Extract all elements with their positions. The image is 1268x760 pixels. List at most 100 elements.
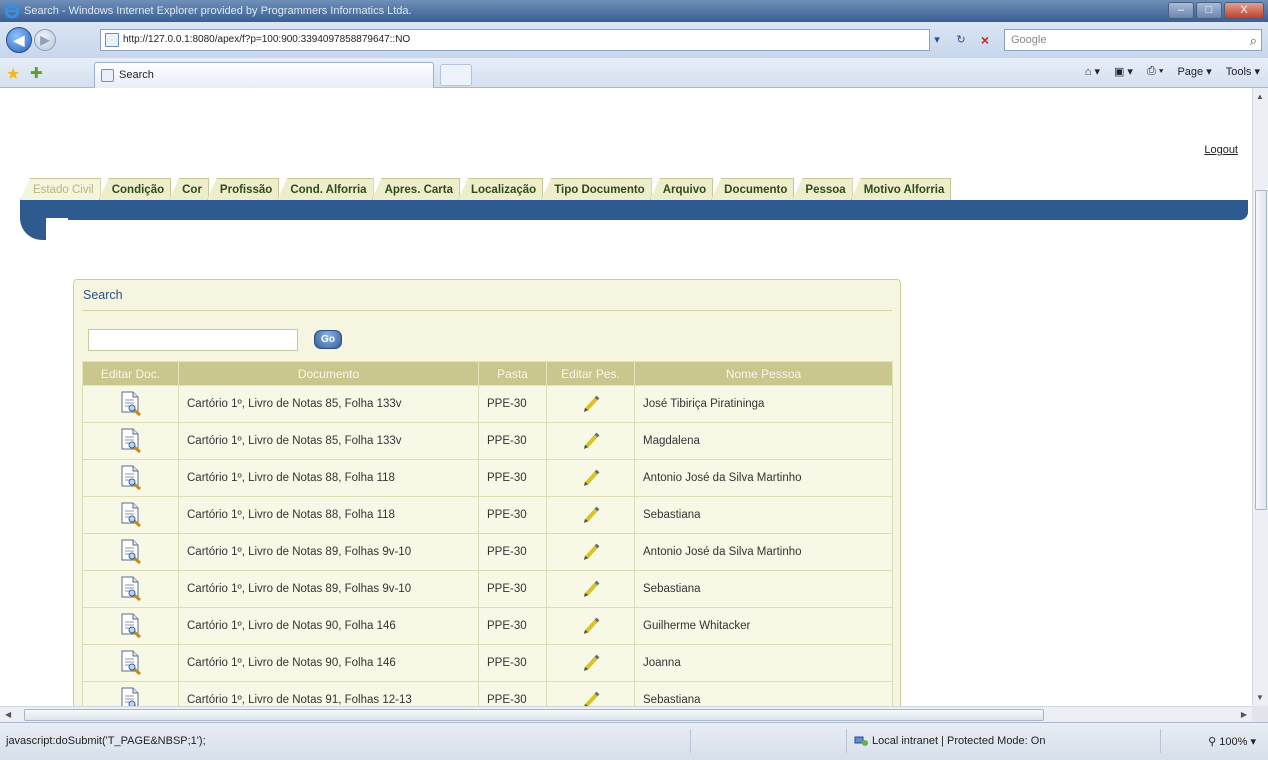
new-tab-button[interactable]: [440, 64, 472, 86]
column-header-documento[interactable]: Documento: [178, 361, 479, 386]
tab-cond-alforria[interactable]: Cond. Alforria: [277, 178, 374, 200]
tab-tipo-documento[interactable]: Tipo Documento: [541, 178, 652, 200]
back-button[interactable]: ◀: [6, 27, 32, 53]
vertical-scroll-thumb[interactable]: [1255, 190, 1267, 510]
home-icon[interactable]: ⌂ ▾: [1085, 65, 1100, 78]
edit-person-pencil-icon[interactable]: [582, 543, 600, 561]
nome-pessoa-cell: Sebastiana: [634, 681, 893, 706]
edit-person-pencil-icon[interactable]: [582, 469, 600, 487]
status-text: javascript:doSubmit('T_PAGE&NBSP;1');: [6, 735, 206, 747]
tab-motivo-alforria[interactable]: Motivo Alforria: [850, 178, 952, 200]
edit-person-pencil-icon[interactable]: [582, 654, 600, 672]
edit-person-cell: [546, 644, 635, 682]
tab-condicao[interactable]: Condição: [98, 178, 172, 200]
edit-person-cell: [546, 385, 635, 423]
documento-cell: Cartório 1º, Livro de Notas 90, Folha 14…: [178, 607, 479, 645]
horizontal-scroll-thumb[interactable]: [24, 709, 1044, 721]
search-region: Search Go Editar Doc. Documento Pasta Ed…: [73, 279, 901, 706]
search-placeholder: Google: [1011, 34, 1047, 46]
page-content: Logout Estado Civil Condição Cor Profiss…: [0, 88, 1252, 706]
edit-person-pencil-icon[interactable]: [582, 506, 600, 524]
scroll-right-icon[interactable]: ▶: [1241, 710, 1247, 719]
edit-person-cell: [546, 570, 635, 608]
edit-doc-cell: [82, 496, 179, 534]
tab-apres-carta[interactable]: Apres. Carta: [371, 178, 460, 200]
table-row: Cartório 1º, Livro de Notas 89, Folhas 9…: [82, 570, 893, 608]
column-header-editar-doc[interactable]: Editar Doc.: [82, 361, 179, 386]
close-button[interactable]: X: [1224, 2, 1264, 19]
edit-person-pencil-icon[interactable]: [582, 617, 600, 635]
edit-document-icon[interactable]: [120, 613, 142, 639]
logout-link[interactable]: Logout: [1204, 144, 1238, 156]
nome-pessoa-cell: Sebastiana: [634, 570, 893, 608]
table-header-row: Editar Doc. Documento Pasta Editar Pes. …: [82, 361, 893, 386]
add-favorites-icon[interactable]: ✚: [30, 64, 43, 82]
go-button[interactable]: Go: [314, 330, 342, 349]
pasta-cell: PPE-30: [478, 533, 547, 571]
search-field[interactable]: [88, 329, 298, 351]
maximize-button[interactable]: □: [1196, 2, 1222, 19]
edit-document-icon[interactable]: [120, 687, 142, 706]
feeds-icon[interactable]: ▣ ▾: [1114, 65, 1133, 78]
edit-person-pencil-icon[interactable]: [582, 395, 600, 413]
navigation-bar: ◀ ▶ http://127.0.0.1:8080/apex/f?p=100:9…: [0, 22, 1268, 58]
edit-document-icon[interactable]: [120, 428, 142, 454]
edit-person-pencil-icon[interactable]: [582, 691, 600, 706]
tab-estado-civil[interactable]: Estado Civil: [20, 178, 101, 200]
search-input[interactable]: Google ⌕: [1004, 29, 1262, 51]
dropdown-arrow-icon[interactable]: ▾: [926, 30, 948, 50]
favorites-star-icon[interactable]: ★: [6, 64, 20, 84]
documento-cell: Cartório 1º, Livro de Notas 85, Folha 13…: [178, 422, 479, 460]
column-header-pasta[interactable]: Pasta: [478, 361, 547, 386]
edit-document-icon[interactable]: [120, 576, 142, 602]
header-curve: [20, 218, 68, 240]
documento-cell: Cartório 1º, Livro de Notas 90, Folha 14…: [178, 644, 479, 682]
horizontal-scrollbar[interactable]: ◀ ▶: [0, 706, 1252, 722]
documento-cell: Cartório 1º, Livro de Notas 91, Folhas 1…: [178, 681, 479, 706]
table-row: Cartório 1º, Livro de Notas 88, Folha 11…: [82, 496, 893, 534]
tab-documento[interactable]: Documento: [711, 178, 795, 200]
refresh-button[interactable]: ↻: [950, 30, 972, 50]
edit-doc-cell: [82, 607, 179, 645]
edit-person-pencil-icon[interactable]: [582, 580, 600, 598]
tab-pessoa[interactable]: Pessoa: [792, 178, 853, 200]
zone-text: Local intranet | Protected Mode: On: [872, 735, 1046, 747]
pasta-cell: PPE-30: [478, 385, 547, 423]
address-controls: ▾ ↻ ×: [926, 29, 996, 51]
table-row: Cartório 1º, Livro de Notas 85, Folha 13…: [82, 422, 893, 460]
column-header-editar-pes[interactable]: Editar Pes.: [546, 361, 635, 386]
tools-menu[interactable]: Tools ▾: [1226, 65, 1260, 78]
edit-document-icon[interactable]: [120, 539, 142, 565]
tab-cor[interactable]: Cor: [169, 178, 209, 200]
edit-document-icon[interactable]: [120, 502, 142, 528]
address-bar[interactable]: http://127.0.0.1:8080/apex/f?p=100:900:3…: [100, 29, 930, 51]
edit-document-icon[interactable]: [120, 391, 142, 417]
zoom-level[interactable]: ⚲ 100% ▾: [1208, 735, 1256, 748]
pasta-cell: PPE-30: [478, 607, 547, 645]
tab-localizacao[interactable]: Localização: [457, 178, 544, 200]
status-zone[interactable]: Local intranet | Protected Mode: On: [854, 735, 1045, 747]
documento-cell: Cartório 1º, Livro de Notas 89, Folhas 9…: [178, 570, 479, 608]
minimize-button[interactable]: –: [1168, 2, 1194, 19]
browser-tab[interactable]: Search: [94, 62, 434, 88]
forward-button[interactable]: ▶: [34, 29, 56, 51]
scroll-left-icon[interactable]: ◀: [5, 710, 11, 719]
zoom-text: 100%: [1219, 736, 1248, 748]
tab-arquivo[interactable]: Arquivo: [649, 178, 714, 200]
print-icon[interactable]: ⎙ ▾: [1147, 65, 1163, 78]
column-header-nome-pessoa[interactable]: Nome Pessoa: [634, 361, 893, 386]
vertical-scrollbar[interactable]: ▲ ▼: [1252, 88, 1268, 706]
scroll-down-icon[interactable]: ▼: [1256, 693, 1264, 702]
window-title: Search - Windows Internet Explorer provi…: [24, 5, 412, 17]
page-menu[interactable]: Page ▾: [1177, 65, 1211, 78]
pasta-cell: PPE-30: [478, 496, 547, 534]
edit-document-icon[interactable]: [120, 650, 142, 676]
stop-button[interactable]: ×: [974, 30, 996, 50]
search-icon[interactable]: ⌕: [1250, 31, 1257, 51]
tab-profissao[interactable]: Profissão: [206, 178, 280, 200]
status-divider: [1160, 729, 1161, 753]
edit-person-pencil-icon[interactable]: [582, 432, 600, 450]
scroll-up-icon[interactable]: ▲: [1256, 92, 1264, 101]
edit-document-icon[interactable]: [120, 465, 142, 491]
scroll-corner: [1252, 706, 1268, 722]
